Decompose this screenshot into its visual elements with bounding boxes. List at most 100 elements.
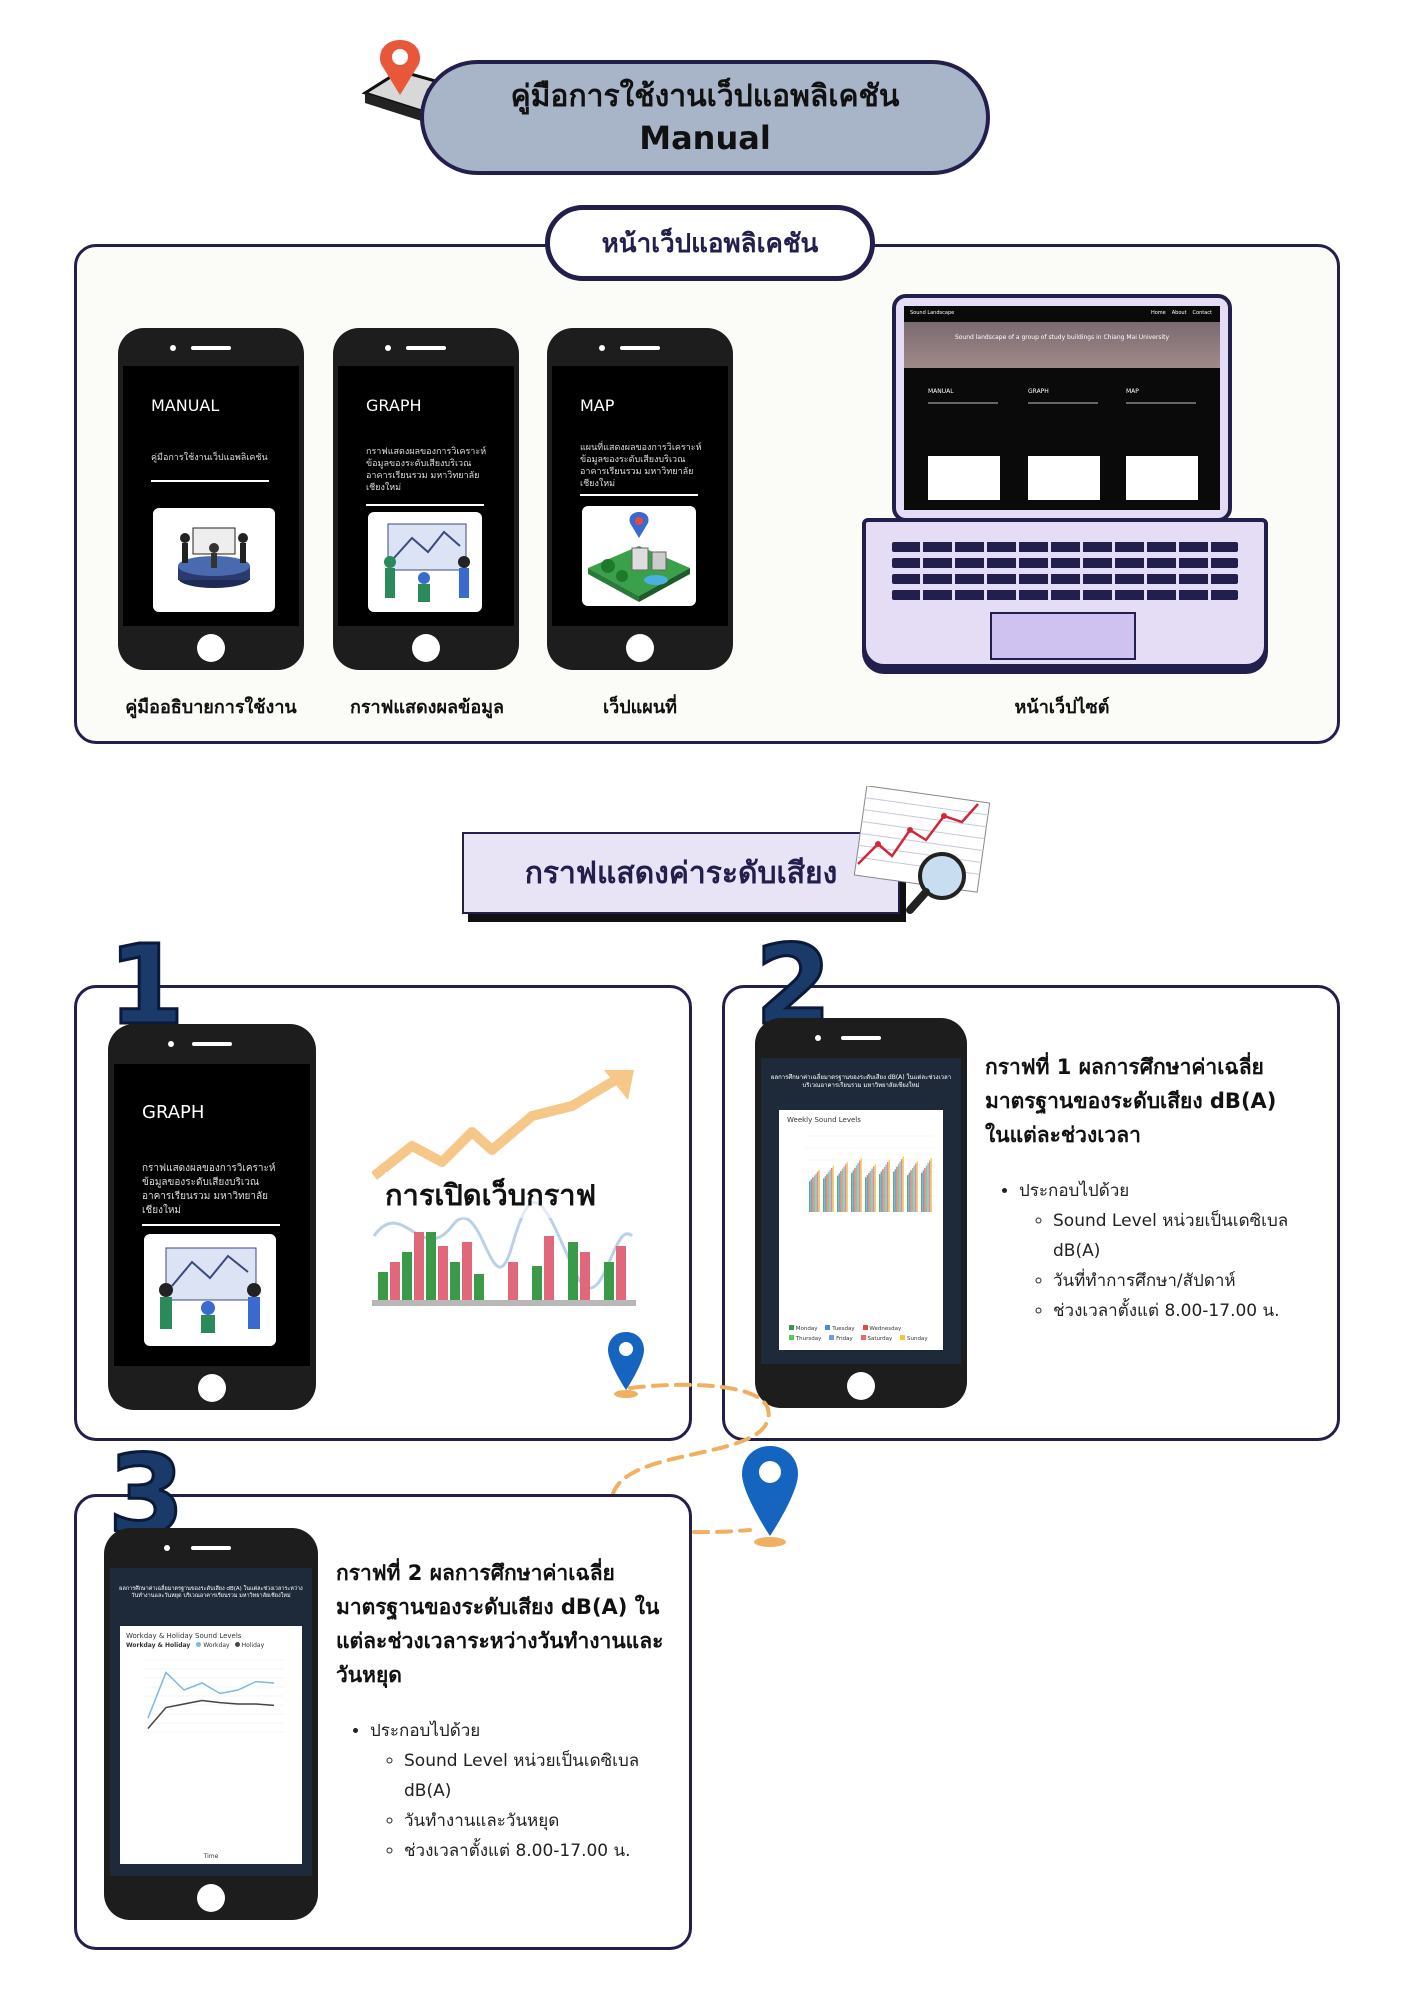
step1-graph-illustration [144,1234,276,1346]
legend-holiday[interactable]: Holiday [234,1642,264,1649]
step3-bullet: ประกอบไปด้วย [370,1721,481,1741]
laptop-nav-contact[interactable]: Contact [1193,310,1212,316]
weekly-bar [929,1160,931,1212]
laptop-nav-about[interactable]: About [1172,310,1187,316]
weekly-bar [854,1167,856,1212]
header-title-th: คู่มือการใช้งานเว็ปแอพลิเคชัน [510,78,900,114]
laptop-nav-home[interactable]: Home [1151,310,1166,316]
step2-description: กราฟที่ 1 ผลการศึกษาค่าเฉลี่ยมาตรฐานของร… [985,1050,1305,1326]
weekly-bar [823,1178,825,1212]
app-pages-title: หน้าเว็ปแอพลิเคชัน [545,205,875,281]
manual-caption: คู่มืออธิบายการใช้งาน [125,697,297,718]
laptop-card-manual[interactable]: MANUAL [928,388,954,395]
manual-phone-text: คู่มือการใช้งานเว็ปแอพลิเคชัน [151,453,268,463]
weekly-chart-card: Weekly Sound Levels Monday Tuesday Wedne… [779,1110,943,1350]
weekly-chart-title: Weekly Sound Levels [787,1116,861,1124]
weekly-bar [812,1177,814,1212]
laptop-banner: Sound landscape of a group of study buil… [904,322,1220,368]
legend-saturday[interactable]: Saturday [860,1335,892,1342]
graph-phone-heading: GRAPH [366,396,422,415]
header-title-pill: คู่มือการใช้งานเว็ปแอพลิเคชัน Manual [420,60,990,175]
laptop-card-manual-image [928,456,1000,500]
step2-item-3: ช่วงเวลาตั้งแต่ 8.00-17.00 น. [1053,1296,1305,1326]
step3-desc-title: กราฟที่ 2 ผลการศึกษาค่าเฉลี่ยมาตรฐานของร… [336,1561,664,1687]
weekly-bar [873,1166,875,1212]
legend-sunday[interactable]: Sunday [900,1335,928,1342]
legend-tuesday[interactable]: Tuesday [825,1325,855,1332]
step1-phone-text: กราฟแสดงผลของการวิเคราะห์ข้อมูลของระดับเ… [142,1163,276,1216]
weekly-bar [910,1170,912,1212]
weekly-bar [925,1165,928,1212]
step1-phone-heading: GRAPH [142,1102,205,1123]
weekly-bar [843,1166,845,1212]
legend-wednesday[interactable]: Wednesday [862,1325,901,1332]
step2-desc-title: กราฟที่ 1 ผลการศึกษาค่าเฉลี่ยมาตรฐานของร… [985,1055,1277,1147]
weekly-bar [837,1175,839,1212]
step2-item-1: Sound Level หน่วยเป็นเดซิเบล dB(A) [1053,1206,1305,1266]
map-caption: เว็ปแผนที่ [602,697,677,718]
legend-workday[interactable]: Workday [196,1642,230,1649]
step2-item-2: วันที่ทำการศึกษา/สัปดาห์ [1053,1266,1305,1296]
weekly-bar [868,1172,870,1212]
keyboard [892,542,1238,602]
weekly-bar [930,1158,932,1212]
graph-illustration [368,512,482,612]
weekly-bar [809,1181,811,1212]
laptop-card-graph[interactable]: GRAPH [1028,388,1049,395]
workday-chart-title: Workday & Holiday Sound Levels [126,1632,242,1640]
sound-graph-title: กราฟแสดงค่าระดับเสียง [462,832,900,914]
weekly-bar [855,1165,858,1212]
weekly-bar [888,1159,890,1212]
weekly-bar [865,1177,867,1212]
weekly-bar [815,1173,817,1212]
weekly-bar [882,1169,884,1212]
graph-phone: GRAPH กราฟแสดงผลของการวิเคราะห์ข้อมูลของ… [333,328,519,670]
laptop-banner-text: Sound landscape of a group of study buil… [954,334,1170,341]
manual-phone: MANUAL คู่มือการใช้งานเว็ปแอพลิเคชัน [118,328,304,670]
step3-item-3: ช่วงเวลาตั้งแต่ 8.00-17.00 น. [404,1836,666,1866]
weekly-bar [845,1164,847,1212]
step3-item-2: วันทำงานและวันหยุด [404,1806,666,1836]
weekly-bar [827,1172,830,1212]
weekly-bar [887,1162,889,1212]
weekly-bar [913,1165,915,1212]
weekly-bar [824,1176,826,1212]
weekly-bar [869,1170,872,1212]
map-phone: MAP แผนที่แสดงผลของการวิเคราะห์ข้อมูลของ… [547,328,733,670]
weekly-bar [840,1171,842,1212]
weekly-bar [893,1171,895,1212]
weekly-bar [818,1169,820,1212]
step3-phone: ผลการศึกษาค่าเฉลี่ยมาตรฐานของระดับเสียง … [104,1528,318,1920]
weekly-bar [894,1169,896,1212]
weekly-bar [907,1175,909,1212]
workday-chart-subtitle: Workday & Holiday [126,1642,191,1649]
weekly-legend: Monday Tuesday Wednesday Thursday Friday… [789,1325,937,1342]
workday-chart-xlabel: Time [203,1853,219,1860]
weekly-bar [897,1164,900,1212]
weekly-bar [871,1168,873,1212]
weekly-bar [879,1173,881,1212]
weekly-bar [885,1164,887,1212]
graph-phone-text: กราฟแสดงผลของการวิเคราะห์ข้อมูลของระดับเ… [366,447,487,493]
weekly-bar [817,1171,819,1212]
laptop-trackpad [990,612,1136,660]
weekly-bar [922,1170,924,1212]
weekly-bar [880,1171,882,1212]
weekly-bar [915,1163,917,1212]
weekly-bar [883,1166,886,1212]
step2-screen-title: ผลการศึกษาค่าเฉลี่ยมาตรฐานของระดับเสียง … [770,1074,952,1089]
weekly-bar [846,1161,848,1212]
laptop-card-map[interactable]: MAP [1126,388,1139,395]
legend-friday[interactable]: Friday [829,1335,853,1342]
weekly-bar [813,1175,816,1212]
weekly-bar [857,1163,859,1212]
weekly-bar [841,1168,844,1212]
weekly-bar [924,1167,926,1212]
website-caption: หน้าเว็ปไซต์ [1014,697,1110,718]
step3-screen-title: ผลการศึกษาค่าเฉลี่ยมาตรฐานของระดับเสียง … [119,1586,303,1599]
laptop-card-map-image [1126,456,1198,500]
map-phone-heading: MAP [580,396,615,415]
weekly-bar [852,1170,854,1212]
weekly-bar [896,1166,898,1212]
weekly-bar [860,1158,862,1212]
